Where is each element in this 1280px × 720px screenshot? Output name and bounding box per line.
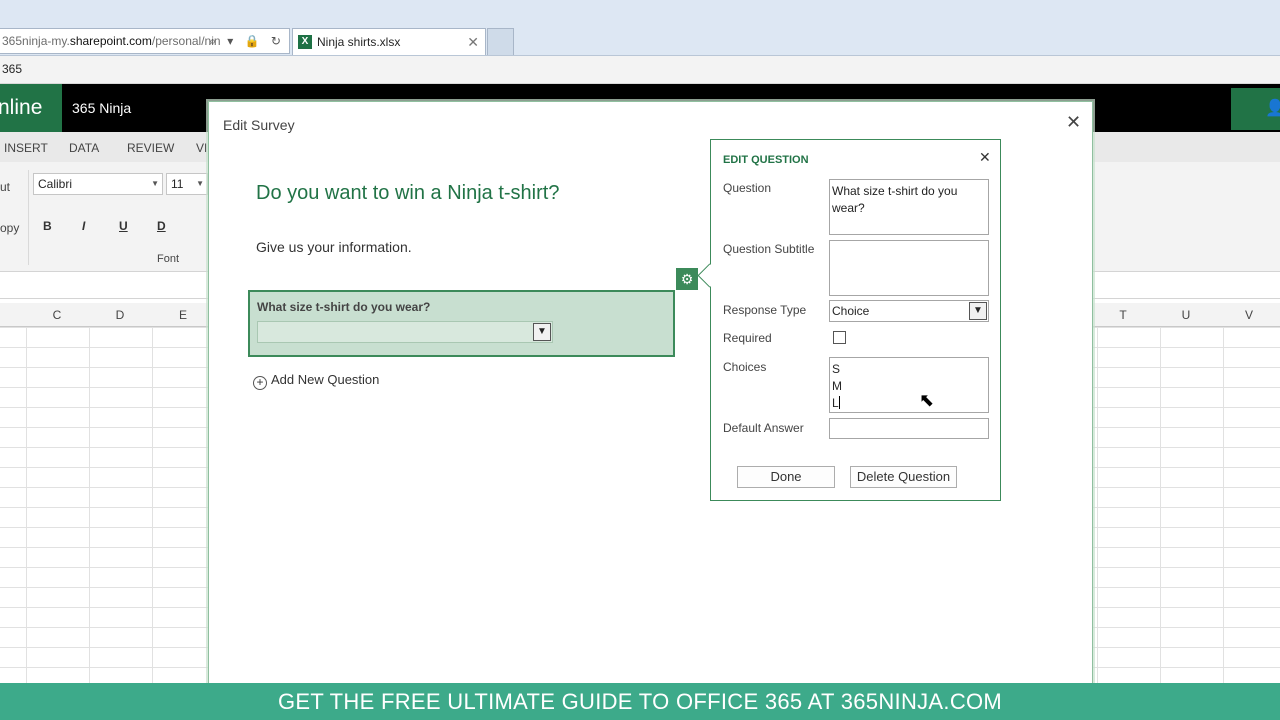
double-underline-button[interactable]: D: [157, 219, 166, 233]
favorites-item[interactable]: 365: [2, 62, 22, 76]
subtitle-label: Question Subtitle: [723, 242, 815, 256]
address-domain: sharepoint.com: [69, 34, 152, 48]
close-icon[interactable]: ✕: [979, 149, 991, 166]
response-type-select[interactable]: Choice ▼: [829, 300, 989, 322]
add-question-label: Add New Question: [271, 372, 380, 387]
favorites-bar: 365: [0, 56, 1280, 84]
chevron-down-icon: ▼: [196, 179, 204, 188]
panel-heading: EDIT QUESTION: [723, 154, 809, 166]
mouse-pointer-icon: ⬉: [919, 390, 935, 410]
promo-banner: GET THE FREE ULTIMATE GUIDE TO OFFICE 36…: [0, 683, 1280, 720]
ribbon-separator: [28, 170, 29, 265]
text-cursor: [838, 396, 840, 409]
tab-title: Ninja shirts.xlsx: [317, 35, 401, 49]
italic-button[interactable]: I: [82, 219, 85, 233]
choices-label: Choices: [723, 360, 767, 374]
question-label: Question: [723, 181, 772, 195]
column-header-u[interactable]: U: [1155, 308, 1217, 322]
new-tab-button[interactable]: [487, 28, 514, 55]
share-button[interactable]: 👤: [1231, 88, 1280, 130]
tab-review[interactable]: REVIEW: [127, 141, 174, 155]
person-add-icon: 👤: [1265, 100, 1280, 117]
edit-question-panel: EDIT QUESTION ✕ Question What size t-shi…: [710, 139, 1001, 501]
required-checkbox[interactable]: [833, 331, 846, 344]
cut-button[interactable]: ut: [0, 180, 10, 194]
font-name-select[interactable]: Calibri ▼: [33, 173, 163, 195]
chevron-down-icon: ▼: [151, 179, 159, 188]
tab-data[interactable]: DATA: [69, 141, 99, 155]
plus-circle-icon: +: [253, 376, 267, 390]
address-bar[interactable]: 365ninja-my.sharepoint.com/personal/nin …: [0, 28, 290, 54]
question-card[interactable]: What size t-shirt do you wear? ▼: [248, 290, 675, 357]
font-group-label: Font: [157, 253, 180, 265]
column-header-c[interactable]: C: [26, 308, 88, 322]
choice-item: S: [832, 362, 841, 376]
question-input[interactable]: What size t-shirt do you wear?: [829, 179, 989, 235]
subtitle-input[interactable]: [829, 240, 989, 296]
address-prefix: 365ninja-my.: [2, 34, 70, 48]
gear-icon[interactable]: ⚙: [676, 268, 698, 290]
browser-chrome: 365ninja-my.sharepoint.com/personal/nin …: [0, 0, 1280, 56]
chevron-down-icon: ▼: [533, 323, 551, 341]
font-size-select[interactable]: 11 ▼: [166, 173, 208, 195]
column-header-t[interactable]: T: [1092, 308, 1154, 322]
question-text: What size t-shirt do you wear?: [257, 300, 431, 314]
close-icon[interactable]: ✕: [1066, 112, 1081, 133]
font-size-value: 11: [171, 177, 184, 191]
tab-close-icon[interactable]: ✕: [467, 29, 479, 55]
delete-question-button[interactable]: Delete Question: [850, 466, 957, 488]
chevron-down-icon: ▼: [969, 302, 987, 320]
bold-button[interactable]: B: [43, 219, 52, 233]
address-bar-icons[interactable]: ⌕ ▾ 🔒 ↻: [209, 29, 285, 53]
response-type-label: Response Type: [723, 303, 807, 317]
choice-item: M: [832, 379, 842, 393]
response-type-value: Choice: [832, 304, 870, 318]
question-answer-select[interactable]: ▼: [257, 321, 553, 343]
document-owner[interactable]: 365 Ninja: [72, 84, 131, 132]
survey-description[interactable]: Give us your information.: [256, 239, 412, 255]
font-name-value: Calibri: [38, 177, 73, 191]
done-button[interactable]: Done: [737, 466, 835, 488]
excel-file-icon: X: [298, 35, 312, 49]
column-header-d[interactable]: D: [89, 308, 151, 322]
browser-tab[interactable]: X Ninja shirts.xlsx ✕: [292, 28, 486, 55]
column-header-v[interactable]: V: [1218, 308, 1280, 322]
choice-item: L: [832, 396, 839, 410]
copy-button[interactable]: opy: [0, 221, 19, 235]
column-header-e[interactable]: E: [152, 308, 214, 322]
survey-title[interactable]: Do you want to win a Ninja t-shirt?: [256, 182, 559, 205]
required-label: Required: [723, 331, 772, 345]
add-question-button[interactable]: + Add New Question: [253, 372, 379, 390]
choices-textarea[interactable]: S M L: [829, 357, 989, 413]
default-answer-input[interactable]: [829, 418, 989, 439]
dialog-title: Edit Survey: [223, 117, 295, 133]
tab-view[interactable]: VI: [196, 141, 207, 155]
underline-button[interactable]: U: [119, 219, 128, 233]
app-name[interactable]: nline: [0, 84, 62, 132]
tab-insert[interactable]: INSERT: [4, 141, 48, 155]
default-answer-label: Default Answer: [723, 421, 804, 435]
